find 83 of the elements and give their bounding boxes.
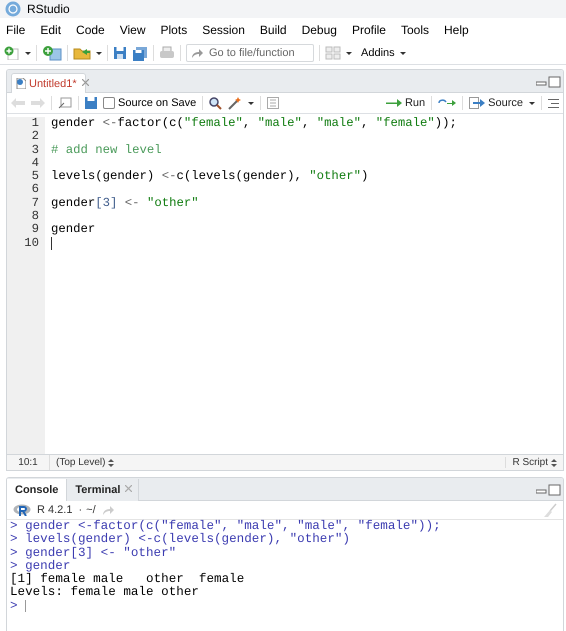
menu-icon[interactable] [548,98,559,108]
close-icon[interactable] [82,79,89,86]
line-number: 1 [30,117,39,130]
rerun-icon[interactable] [438,98,456,108]
editor-tab[interactable]: Untitled1* [11,73,86,93]
r-logo-icon [13,504,31,516]
caret-icon[interactable] [248,102,254,104]
menu-item[interactable]: Tools [400,23,437,37]
go-to-file-field[interactable]: Go to file/function [209,47,304,59]
save-icon[interactable] [85,97,97,109]
command-text: levels(gender) <-c(levels(gender), "other") [25,533,350,546]
print-icon[interactable] [159,46,175,60]
separator-dot: · [78,504,82,516]
menu-item[interactable]: Profile [352,23,394,37]
r-version: R 4.2.1 [37,504,72,516]
new-file-icon[interactable] [4,46,20,60]
caret-icon[interactable] [346,52,352,54]
console-tab[interactable]: Console [7,479,68,501]
new-project-icon[interactable] [42,45,62,61]
menu-item[interactable]: View [120,23,154,37]
code-line: gender[3] <- "other" [51,196,199,210]
caret-icon[interactable] [96,52,102,54]
go-to-file-box[interactable]: Go to file/function [186,44,314,62]
pane-controls-icon[interactable] [536,484,561,496]
menu-item[interactable]: Help [444,23,477,37]
arrow-icon [386,99,402,107]
menu-item[interactable]: Plots [160,23,196,37]
file-type-menu[interactable]: R Script [505,457,563,468]
menu-item[interactable]: Session [202,23,253,37]
window-title: RStudio [27,2,70,16]
addins-menu[interactable]: Addins [361,47,395,59]
source-button[interactable]: Source [469,97,523,109]
line-number: 4 [30,156,39,170]
line-number: 6 [30,183,39,197]
cursor-position: 10:1 [7,455,50,470]
arrow-icon [469,97,486,109]
pane-controls-icon[interactable] [536,76,561,88]
working-directory: ~/ [86,504,96,516]
output-text: Levels: female male other [10,586,199,600]
line-number: 5 [30,170,39,184]
checkbox-label: Source on Save [118,97,196,109]
menu-item[interactable]: Debug [302,23,345,37]
code-line: levels(gender) <-c(levels(gender), "other") [51,170,368,184]
r-file-icon [16,78,26,89]
console-prompt: > [10,546,18,560]
console-prompt: > [10,600,18,614]
menu-item[interactable]: Edit [40,23,70,37]
magic-wand-icon[interactable] [228,96,242,110]
show-in-window-icon[interactable] [58,97,72,109]
arrow-icon [191,48,203,58]
line-number: 7 [30,196,39,210]
search-icon[interactable] [209,96,222,110]
command-text: gender [25,560,70,573]
console-prompt: > [10,533,18,547]
scope-menu[interactable]: (Top Level) [50,457,120,468]
console-prompt: > [10,520,18,534]
line-number: 3 [30,144,39,157]
caret-icon[interactable] [400,52,406,54]
console-prompt: > [10,560,18,573]
line-number: 8 [30,210,39,224]
save-all-icon[interactable] [132,46,148,60]
caret-icon[interactable] [25,52,31,54]
code-line: gender [51,223,96,237]
outline-icon[interactable] [267,97,280,109]
command-text: gender[3] <- "other" [25,546,176,560]
code-comment: # add new level [51,144,162,157]
line-number: 2 [30,130,39,144]
menu-item[interactable]: Build [260,23,295,37]
code-line: gender <-factor(c("female", "male", "male", "female")); [51,117,457,130]
output-text: [1] female male other female [10,573,244,586]
updown-icon [551,458,557,466]
console-tab[interactable]: Terminal [67,479,140,501]
menu-item[interactable]: Code [76,23,113,37]
command-text: gender <-factor(c("female", "male", "male", "female")); [25,520,441,533]
caret-icon[interactable] [529,102,535,104]
updown-icon [108,458,114,466]
folder-icon[interactable] [73,46,91,60]
menu-item[interactable]: File [6,23,34,37]
save-icon[interactable] [113,46,127,60]
line-number: 10 [23,236,39,250]
checkbox[interactable] [103,97,115,109]
line-number: 9 [30,223,39,237]
run-button[interactable]: Run [386,97,426,109]
